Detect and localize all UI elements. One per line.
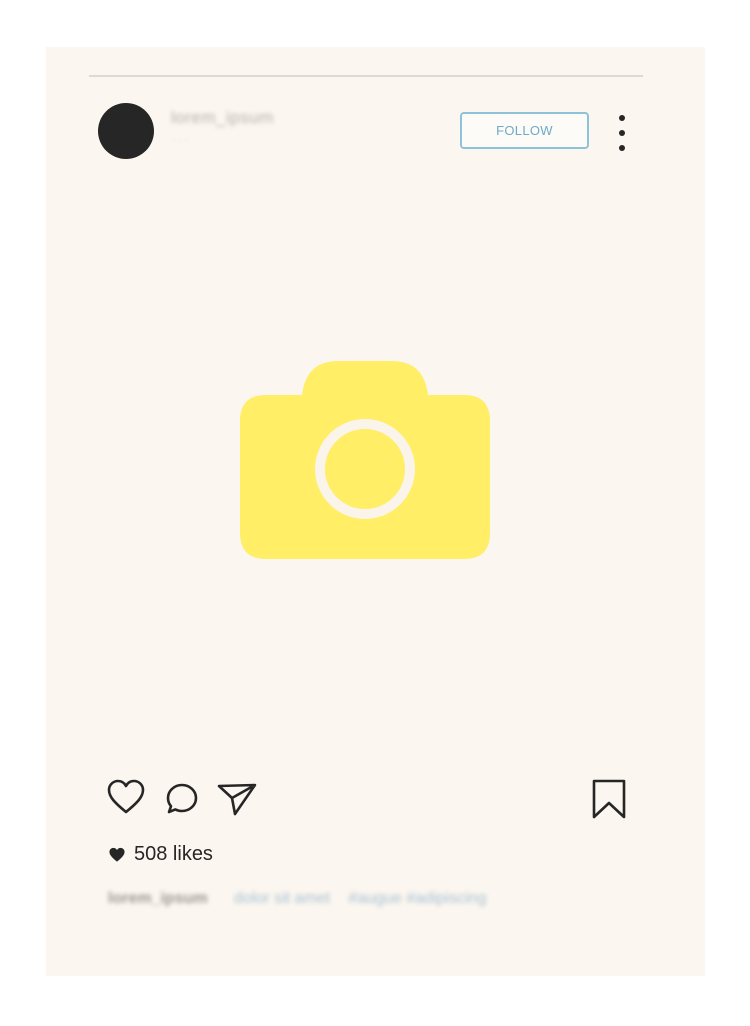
- heart-filled-icon: [109, 847, 125, 862]
- likes-count[interactable]: 508 likes: [108, 843, 213, 866]
- top-divider: [89, 75, 643, 77]
- camera-icon: [240, 361, 490, 559]
- follow-button[interactable]: FOLLOW: [460, 112, 589, 149]
- avatar[interactable]: [98, 103, 154, 159]
- post-username[interactable]: lorem_ipsum: [171, 108, 274, 128]
- heart-outline-icon[interactable]: [107, 779, 145, 815]
- comment-icon[interactable]: [165, 782, 199, 816]
- post-card: lorem_ipsum · · · FOLLOW 508 likes lorem…: [46, 47, 705, 976]
- caption-text: dolor sit amet: [234, 890, 331, 907]
- likes-label: 508 likes: [134, 843, 213, 865]
- caption-hashtags[interactable]: #augue #adipiscing: [349, 890, 487, 907]
- more-vertical-icon[interactable]: [611, 113, 633, 153]
- post-location: · · ·: [173, 135, 189, 146]
- bookmark-icon[interactable]: [591, 779, 627, 819]
- send-icon[interactable]: [216, 781, 258, 817]
- caption: lorem_ipsum dolor sit amet #augue #adipi…: [108, 890, 486, 908]
- caption-username[interactable]: lorem_ipsum: [108, 890, 208, 907]
